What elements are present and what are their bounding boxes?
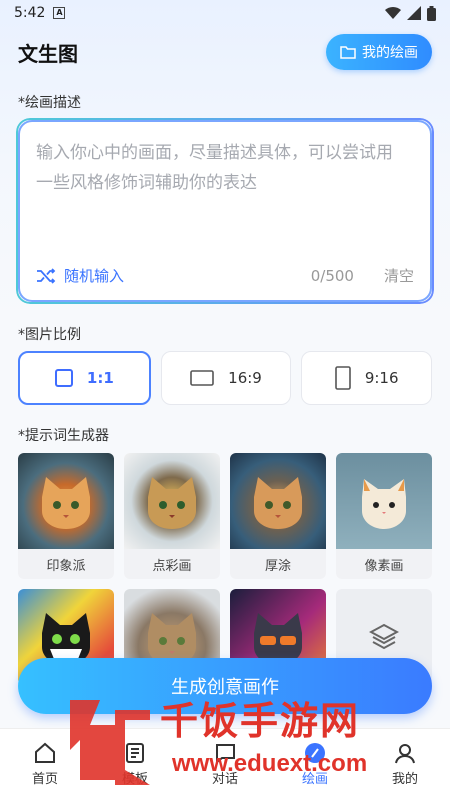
ratio-option-16-9[interactable]: 16:9 xyxy=(160,351,292,405)
ratio-option-1-1[interactable]: 1:1 xyxy=(18,351,151,405)
ratio-option-9-16[interactable]: 9:16 xyxy=(301,351,433,405)
style-card-pointillism[interactable]: 点彩画 xyxy=(124,453,220,579)
folder-icon xyxy=(340,46,356,59)
tab-label: 我的 xyxy=(391,772,418,787)
landscape-icon xyxy=(190,370,214,386)
style-label: 厚涂 xyxy=(230,549,326,579)
ratio-section-label: *图片比例 xyxy=(18,327,81,343)
cat-image xyxy=(362,479,406,529)
tab-label: 对话 xyxy=(211,772,238,787)
tab-templates[interactable]: 模板 xyxy=(90,729,180,800)
tab-drawing[interactable]: 绘画 xyxy=(270,729,360,800)
brush-icon xyxy=(305,743,325,763)
style-card-impasto[interactable]: 厚涂 xyxy=(230,453,326,579)
chat-icon xyxy=(216,744,235,764)
status-time: 5:42 xyxy=(14,5,46,21)
style-label: 印象派 xyxy=(18,549,114,579)
cat-image xyxy=(254,477,302,529)
wifi-icon xyxy=(385,6,401,20)
ratio-option-label: 1:1 xyxy=(86,369,114,387)
home-icon xyxy=(35,742,55,763)
tab-label: 绘画 xyxy=(301,772,328,787)
signal-icon xyxy=(407,6,421,20)
tab-chat[interactable]: 对话 xyxy=(180,729,270,800)
tab-me[interactable]: 我的 xyxy=(360,729,450,800)
page-title: 文生图 xyxy=(18,41,78,66)
bottom-tab-bar: 首页 模板 对话 绘画 我的 xyxy=(0,728,450,800)
style-thumbnail xyxy=(336,453,432,549)
style-thumbnail xyxy=(18,453,114,549)
layers-icon xyxy=(369,623,399,650)
description-placeholder: 输入你心中的画面，尽量描述具体，可以尝试用一些风格修饰词辅助你的表达 xyxy=(36,143,393,193)
app-header: 文生图 我的绘画 xyxy=(0,26,450,78)
square-icon xyxy=(54,369,73,387)
tab-label: 模板 xyxy=(121,772,148,787)
style-thumbnail xyxy=(124,453,220,549)
style-card-pixel-art[interactable]: 像素画 xyxy=(336,453,432,579)
profile-icon xyxy=(395,744,415,764)
ratio-selector: 1:1 16:9 9:16 xyxy=(18,351,433,405)
generate-button[interactable]: 生成创意画作 xyxy=(18,658,432,714)
style-card-impressionism[interactable]: 印象派 xyxy=(18,453,114,579)
shuffle-icon xyxy=(37,267,56,284)
description-section-label: *绘画描述 xyxy=(18,95,81,111)
random-input-button[interactable]: 随机输入 xyxy=(36,265,124,286)
my-drawings-button[interactable]: 我的绘画 xyxy=(326,34,432,70)
template-icon xyxy=(126,743,144,763)
cat-image xyxy=(148,477,196,529)
style-label: 像素画 xyxy=(336,549,432,579)
portrait-icon xyxy=(335,366,351,390)
battery-icon xyxy=(427,5,436,21)
my-drawings-label: 我的绘画 xyxy=(362,45,418,61)
status-bar: 5:42 A xyxy=(0,0,450,26)
random-input-label: 随机输入 xyxy=(64,267,125,285)
tab-label: 首页 xyxy=(31,772,58,787)
style-grid: 印象派 点彩画 厚涂 像素画 xyxy=(18,453,432,685)
char-count: 0/500 xyxy=(310,266,354,285)
notification-icon: A xyxy=(53,7,66,19)
tab-home[interactable]: 首页 xyxy=(0,729,90,800)
prompt-section-label: *提示词生成器 xyxy=(18,428,109,444)
ratio-option-label: 16:9 xyxy=(228,369,262,387)
description-input[interactable]: 输入你心中的画面，尽量描述具体，可以尝试用一些风格修饰词辅助你的表达 随机输入 … xyxy=(18,120,432,302)
clear-button[interactable]: 清空 xyxy=(384,265,414,286)
style-label: 点彩画 xyxy=(124,549,220,579)
style-thumbnail xyxy=(230,453,326,549)
cat-image xyxy=(42,477,90,529)
ratio-option-label: 9:16 xyxy=(364,369,399,387)
